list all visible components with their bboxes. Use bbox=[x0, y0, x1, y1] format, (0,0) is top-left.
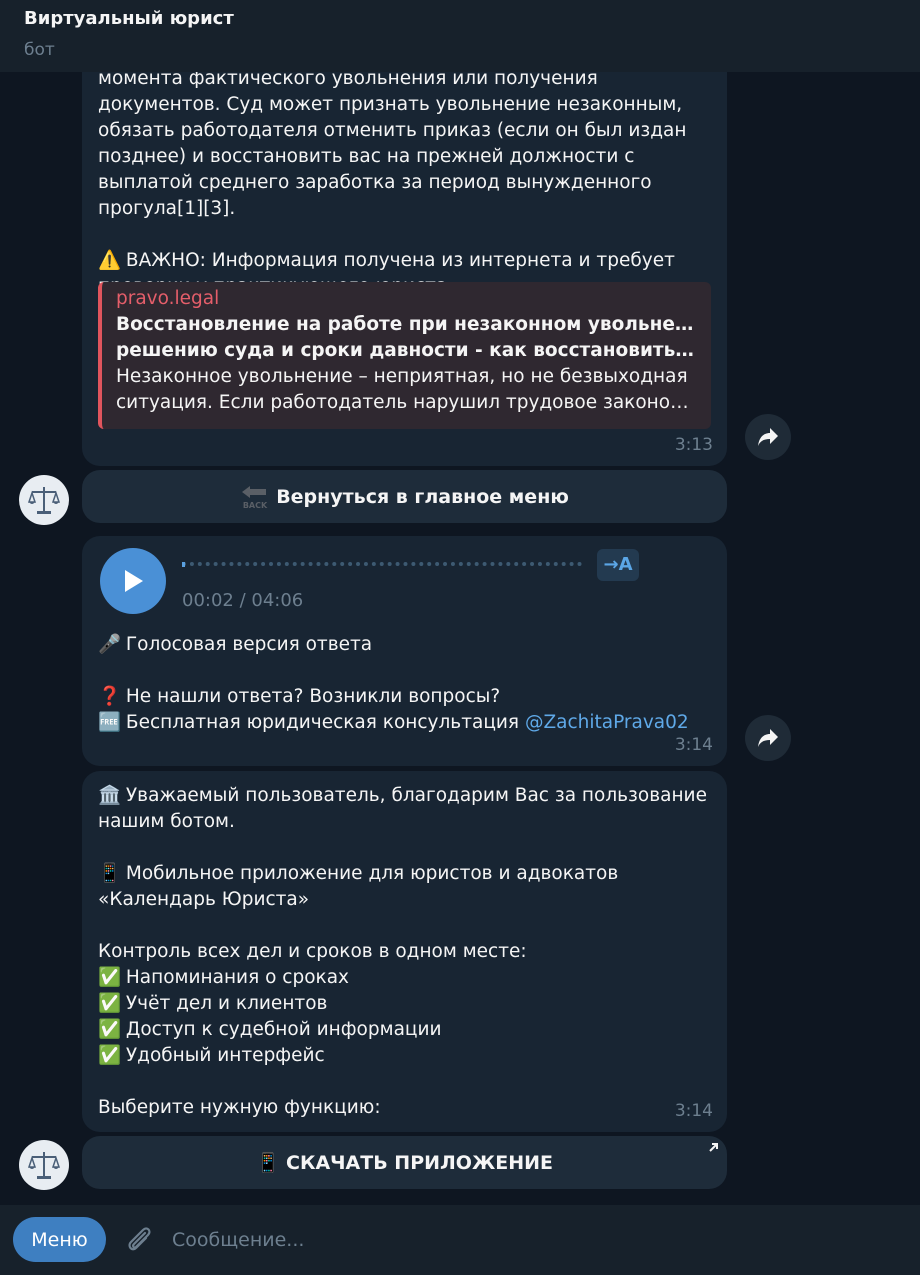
message-time: 3:14 bbox=[674, 735, 713, 755]
preview-title-line1: Восстановление на работе при незаконном … bbox=[116, 314, 697, 335]
preview-desc-line1: Незаконное увольнение – неприятная, но н… bbox=[116, 366, 688, 387]
message-input[interactable] bbox=[172, 1223, 872, 1257]
welcome-line2: 📱 Мобильное приложение для юристов и адв… bbox=[98, 861, 711, 913]
external-link-icon bbox=[709, 1143, 718, 1152]
menu-button[interactable]: Меню bbox=[13, 1217, 106, 1262]
voice-message-bubble[interactable]: →A 00:02 / 04:06 🎤 Голосовая версия отве… bbox=[82, 536, 727, 766]
share-icon bbox=[758, 729, 778, 747]
message-text: момента фактического увольнения или полу… bbox=[98, 68, 693, 219]
message-time: 3:14 bbox=[674, 1101, 713, 1121]
free-icon: 🆓 bbox=[98, 712, 122, 733]
voice-caption-line2: ❓ Не нашли ответа? Возникли вопросы? bbox=[98, 684, 718, 710]
feature-item: ✅ Доступ к судебной информации bbox=[98, 1017, 711, 1043]
welcome-line3: Контроль всех дел и сроков в одном месте… bbox=[98, 941, 527, 962]
share-button[interactable] bbox=[745, 414, 791, 460]
back-arrow-icon: BACK bbox=[242, 485, 268, 510]
paperclip-icon[interactable] bbox=[122, 1223, 156, 1257]
welcome-message-bubble[interactable]: 🏛️ Уважаемый пользователь, благодарим Ва… bbox=[82, 771, 727, 1132]
chat-area[interactable]: момента фактического увольнения или полу… bbox=[0, 0, 920, 1205]
waveform[interactable] bbox=[182, 562, 582, 566]
link-preview[interactable]: pravo.legal Восстановление на работе при… bbox=[98, 282, 711, 429]
warning-icon: ⚠️ bbox=[98, 250, 122, 271]
chat-title: Виртуальный юрист bbox=[24, 8, 234, 29]
waveform-progress bbox=[182, 562, 185, 567]
share-button[interactable] bbox=[745, 715, 791, 761]
share-icon bbox=[758, 428, 778, 446]
download-button-label: СКАЧАТЬ ПРИЛОЖЕНИЕ bbox=[286, 1151, 553, 1174]
voice-caption-line1: 🎤 Голосовая версия ответа bbox=[98, 632, 718, 658]
chat-header[interactable]: Виртуальный юрист бот bbox=[0, 0, 920, 72]
mobile-phone-icon: 📱 bbox=[256, 1152, 280, 1174]
bank-icon: 🏛️ bbox=[98, 785, 122, 806]
welcome-line1: 🏛️ Уважаемый пользователь, благодарим Ва… bbox=[98, 783, 711, 835]
voice-caption-line3: 🆓 Бесплатная юридическая консультация @Z… bbox=[98, 710, 718, 736]
play-button[interactable] bbox=[100, 548, 166, 614]
preview-site: pravo.legal bbox=[116, 288, 220, 309]
chat-subtitle: бот bbox=[24, 40, 55, 60]
feature-label: Доступ к судебной информации bbox=[125, 1019, 442, 1040]
feature-item: ✅ Напоминания о сроках bbox=[98, 965, 711, 991]
feature-label: Напоминания о сроках bbox=[125, 967, 349, 988]
welcome-app: Мобильное приложение для юристов и адвок… bbox=[98, 863, 619, 910]
check-icon: ✅ bbox=[98, 1019, 122, 1040]
message-composer: Меню bbox=[0, 1205, 920, 1275]
caption-question: Не нашли ответа? Возникли вопросы? bbox=[125, 686, 501, 707]
voice-caption: 🎤 Голосовая версия ответа ❓ Не нашли отв… bbox=[98, 632, 718, 736]
question-icon: ❓ bbox=[98, 686, 122, 707]
caption-voice-version: Голосовая версия ответа bbox=[125, 634, 373, 655]
welcome-thanks: Уважаемый пользователь, благодарим Вас з… bbox=[98, 785, 707, 832]
back-button-label: Вернуться в главное меню bbox=[276, 485, 569, 508]
mention-link[interactable]: @ZachitaPrava02 bbox=[525, 712, 689, 733]
message-bubble[interactable]: момента фактического увольнения или полу… bbox=[82, 44, 727, 466]
play-icon bbox=[125, 570, 143, 592]
transcribe-button[interactable]: →A bbox=[597, 549, 639, 581]
check-icon: ✅ bbox=[98, 967, 122, 988]
feature-label: Учёт дел и клиентов bbox=[125, 993, 328, 1014]
scales-of-justice-icon bbox=[27, 487, 61, 514]
feature-item: ✅ Удобный интерфейс bbox=[98, 1043, 711, 1069]
bot-avatar[interactable] bbox=[19, 475, 69, 525]
welcome-line4: Выберите нужную функцию: bbox=[98, 1097, 381, 1118]
microphone-icon: 🎤 bbox=[98, 634, 122, 655]
back-to-main-menu-button[interactable]: BACK Вернуться в главное меню bbox=[82, 470, 727, 523]
message-time: 3:13 bbox=[674, 435, 713, 455]
caption-consultation: Бесплатная юридическая консультация bbox=[125, 712, 525, 733]
feature-item: ✅ Учёт дел и клиентов bbox=[98, 991, 711, 1017]
download-app-button[interactable]: 📱 СКАЧАТЬ ПРИЛОЖЕНИЕ bbox=[82, 1136, 727, 1189]
bot-avatar[interactable] bbox=[19, 1140, 69, 1190]
check-icon: ✅ bbox=[98, 993, 122, 1014]
svg-text:BACK: BACK bbox=[243, 501, 268, 510]
feature-label: Удобный интерфейс bbox=[125, 1045, 325, 1066]
check-icon: ✅ bbox=[98, 1045, 122, 1066]
preview-title-line2: решению суда и сроки давности - как восс… bbox=[116, 340, 697, 361]
preview-desc-line2: ситуация. Если работодатель нарушил труд… bbox=[116, 392, 697, 413]
voice-duration: 00:02 / 04:06 bbox=[182, 590, 304, 611]
mobile-phone-icon: 📱 bbox=[98, 863, 122, 884]
scales-of-justice-icon bbox=[27, 1152, 61, 1179]
